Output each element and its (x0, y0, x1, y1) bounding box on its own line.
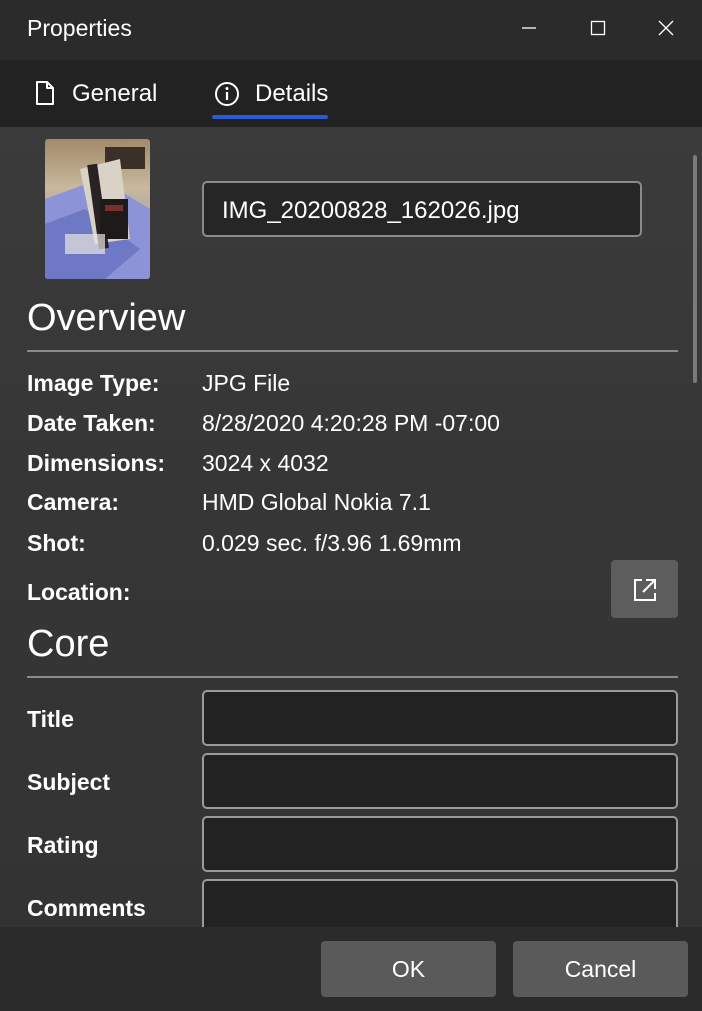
rating-label: Rating (27, 832, 99, 858)
file-name-field[interactable]: IMG_20200828_162026.jpg (202, 181, 642, 237)
title-label: Title (27, 706, 74, 732)
shot-label: Shot: (27, 530, 86, 556)
dimensions-value: 3024 x 4032 (202, 450, 329, 476)
shot-value: 0.029 sec. f/3.96 1.69mm (202, 530, 462, 556)
image-type-label: Image Type: (27, 370, 160, 396)
date-taken-value: 8/28/2020 4:20:28 PM -07:00 (202, 410, 500, 436)
minimize-button[interactable] (507, 8, 551, 48)
rating-input[interactable] (202, 816, 678, 872)
subject-label: Subject (27, 769, 111, 795)
camera-value: HMD Global Nokia 7.1 (202, 489, 431, 515)
tab-general[interactable]: General (30, 60, 170, 127)
subject-input[interactable] (202, 753, 678, 809)
scrollbar-thumb[interactable] (693, 155, 697, 383)
open-location-button[interactable] (611, 560, 678, 618)
maximize-button[interactable] (576, 8, 620, 48)
tab-details-label: Details (255, 80, 329, 107)
details-panel[interactable]: IMG_20200828_162026.jpg Overview Image T… (0, 127, 702, 927)
date-taken-label: Date Taken: (27, 410, 156, 436)
core-heading: Core (27, 623, 110, 665)
title-bar: Properties (0, 0, 702, 60)
title-input[interactable] (202, 690, 678, 746)
selected-tab-indicator (212, 115, 328, 119)
dialog-footer: OK Cancel (0, 927, 702, 1011)
info-icon (214, 81, 240, 112)
image-thumbnail (45, 139, 150, 279)
tab-general-label: General (72, 80, 158, 107)
dimensions-label: Dimensions: (27, 450, 166, 476)
overview-divider (27, 350, 678, 352)
document-icon (34, 80, 56, 111)
core-divider (27, 676, 678, 678)
comments-input[interactable] (202, 879, 678, 927)
ok-button[interactable]: OK (321, 941, 496, 997)
window-title: Properties (27, 15, 132, 41)
overview-heading: Overview (27, 297, 186, 339)
comments-label: Comments (27, 895, 146, 921)
cancel-button[interactable]: Cancel (513, 941, 688, 997)
image-type-value: JPG File (202, 370, 291, 396)
tab-bar: General Details (0, 60, 702, 127)
location-label: Location: (27, 579, 131, 605)
close-button[interactable] (644, 8, 688, 48)
camera-label: Camera: (27, 489, 120, 515)
